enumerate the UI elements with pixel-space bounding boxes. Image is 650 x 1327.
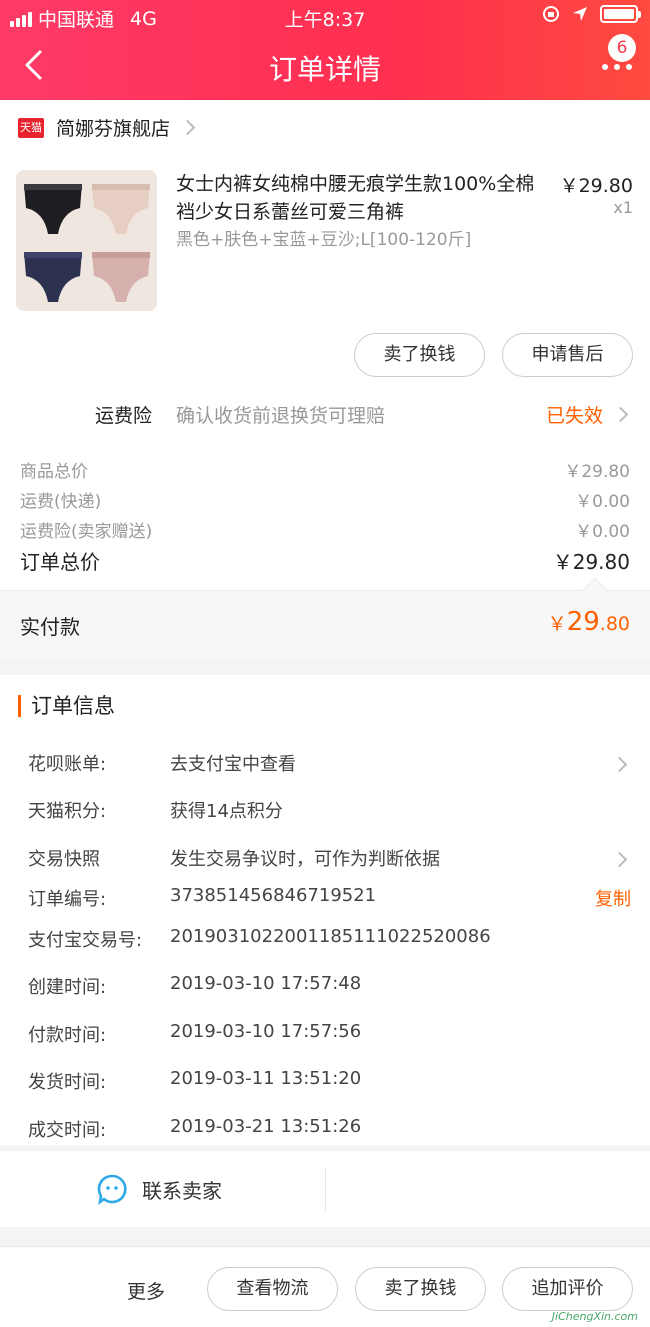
divider	[325, 1169, 326, 1211]
site-watermark: JiChengXin.com	[504, 1280, 644, 1324]
info-key: 付款时间:	[28, 1025, 107, 1046]
order-info-card: 订单信息 花呗账单: 去支付宝中查看 天猫积分: 获得14点积分 交易快照 发生…	[0, 675, 650, 1145]
page-title: 订单详情	[268, 53, 381, 86]
contact-seller-label: 联系卖家	[142, 1178, 222, 1203]
contact-bar: 联系卖家	[0, 1150, 650, 1227]
sell-again-button[interactable]: 卖了换钱	[355, 1267, 486, 1311]
paid-amount: ￥29.80	[548, 607, 630, 637]
cost-value: ￥0.00	[575, 492, 630, 512]
shipping-insurance-label: 运费险	[95, 405, 153, 427]
order-summary-card: 天猫 简娜芬旗舰店 女士内裤女纯棉中腰无痕学生款100%全棉裆少女日系蕾丝可爱三…	[0, 100, 650, 660]
product-price: ￥29.80	[559, 175, 633, 197]
underwear-rose-image	[92, 252, 150, 302]
more-menu-button[interactable]: 6	[592, 34, 636, 84]
chat-bubble-icon	[97, 1174, 127, 1205]
nav-bar: 订单详情 6	[0, 32, 650, 100]
cost-label: 商品总价	[20, 462, 88, 482]
info-key: 花呗账单:	[28, 754, 107, 775]
info-value: 2019-03-10 17:57:56	[170, 1021, 362, 1042]
store-name: 简娜芬旗舰店	[56, 118, 171, 140]
info-value: 20190310220011851110225200​86	[170, 926, 491, 947]
cost-label: 运费(快递)	[20, 492, 102, 512]
paid-currency: ￥	[547, 613, 567, 635]
product-quantity: x1	[613, 198, 633, 217]
more-button[interactable]: 更多	[127, 1277, 165, 1304]
order-info-title: 订单信息	[18, 695, 115, 717]
insurance-status-text: 已失效	[545, 405, 603, 427]
underwear-navy-image	[24, 252, 82, 302]
info-key: 创建时间:	[28, 977, 107, 998]
sell-item-button[interactable]: 卖了换钱	[354, 333, 485, 377]
chevron-right-icon	[179, 119, 196, 136]
cost-row-goods: 商品总价 ￥29.80	[20, 457, 630, 482]
contact-seller-button[interactable]: 联系卖家	[96, 1173, 222, 1205]
view-logistics-button[interactable]: 查看物流	[207, 1267, 338, 1311]
info-value: 获得14点积分	[170, 801, 283, 822]
info-value: 2019-03-10 17:57:48	[170, 973, 362, 994]
chevron-right-icon	[611, 851, 628, 868]
info-value: 373851456846719521	[170, 885, 377, 906]
after-sale-button[interactable]: 申请售后	[502, 333, 633, 377]
notification-badge: 6	[608, 34, 636, 62]
header-bar: 中国联通 4G 上午8:37 订单详情 6	[0, 0, 650, 100]
shipping-insurance-description: 确认收货前退换货可理赔	[176, 405, 386, 427]
orientation-lock-icon	[543, 6, 559, 22]
info-key: 订单编号:	[28, 889, 107, 910]
underwear-black-image	[24, 184, 82, 234]
cost-row-shipping: 运费(快递) ￥0.00	[20, 487, 630, 512]
shipping-insurance-status[interactable]: 已失效	[545, 401, 629, 428]
more-dots-icon	[602, 64, 632, 70]
paid-decimal: .80	[599, 613, 630, 635]
info-value: 2019-03-21 13:51:26	[170, 1116, 362, 1137]
product-image[interactable]	[16, 170, 157, 311]
product-title[interactable]: 女士内裤女纯棉中腰无痕学生款100%全棉裆少女日系蕾丝可爱三角裤	[176, 170, 546, 226]
info-key: 发货时间:	[28, 1072, 107, 1093]
chevron-right-icon	[611, 756, 628, 773]
status-bar: 中国联通 4G 上午8:37	[0, 0, 650, 32]
info-key: 成交时间:	[28, 1120, 107, 1141]
info-value: 去支付宝中查看	[170, 754, 296, 775]
order-total-value: ￥29.80	[552, 550, 630, 574]
info-key: 交易快照	[28, 849, 100, 870]
paid-integer: 29	[566, 607, 600, 637]
underwear-nude-image	[92, 184, 150, 234]
cost-value: ￥0.00	[575, 522, 630, 542]
tmall-logo-icon: 天猫	[18, 117, 44, 138]
info-value: 发生交易争议时，可作为判断依据	[170, 849, 440, 870]
store-link[interactable]: 天猫 简娜芬旗舰店	[18, 114, 196, 141]
product-sku: 黑色+肤色+宝蓝+豆沙;L[100-120斤]	[176, 230, 472, 250]
info-key: 支付宝交易号:	[28, 930, 143, 951]
cost-row-insurance: 运费险(卖家赠送) ￥0.00	[20, 517, 630, 542]
info-key: 天猫积分:	[28, 801, 107, 822]
order-total-label: 订单总价	[20, 550, 100, 574]
copy-order-number-button[interactable]: 复制	[595, 885, 631, 911]
battery-icon	[600, 5, 641, 23]
order-total-row: 订单总价 ￥29.80	[20, 546, 630, 575]
paid-amount-row: 实付款 ￥29.80	[0, 577, 650, 660]
paid-label: 实付款	[20, 615, 80, 639]
cost-label: 运费险(卖家赠送)	[20, 522, 153, 542]
watermark-url: JiChengXin.com	[551, 1310, 638, 1323]
info-value: 2019-03-11 13:51:20	[170, 1068, 362, 1089]
location-icon	[573, 7, 587, 21]
cost-value: ￥29.80	[564, 462, 630, 482]
chevron-right-icon	[612, 406, 629, 423]
